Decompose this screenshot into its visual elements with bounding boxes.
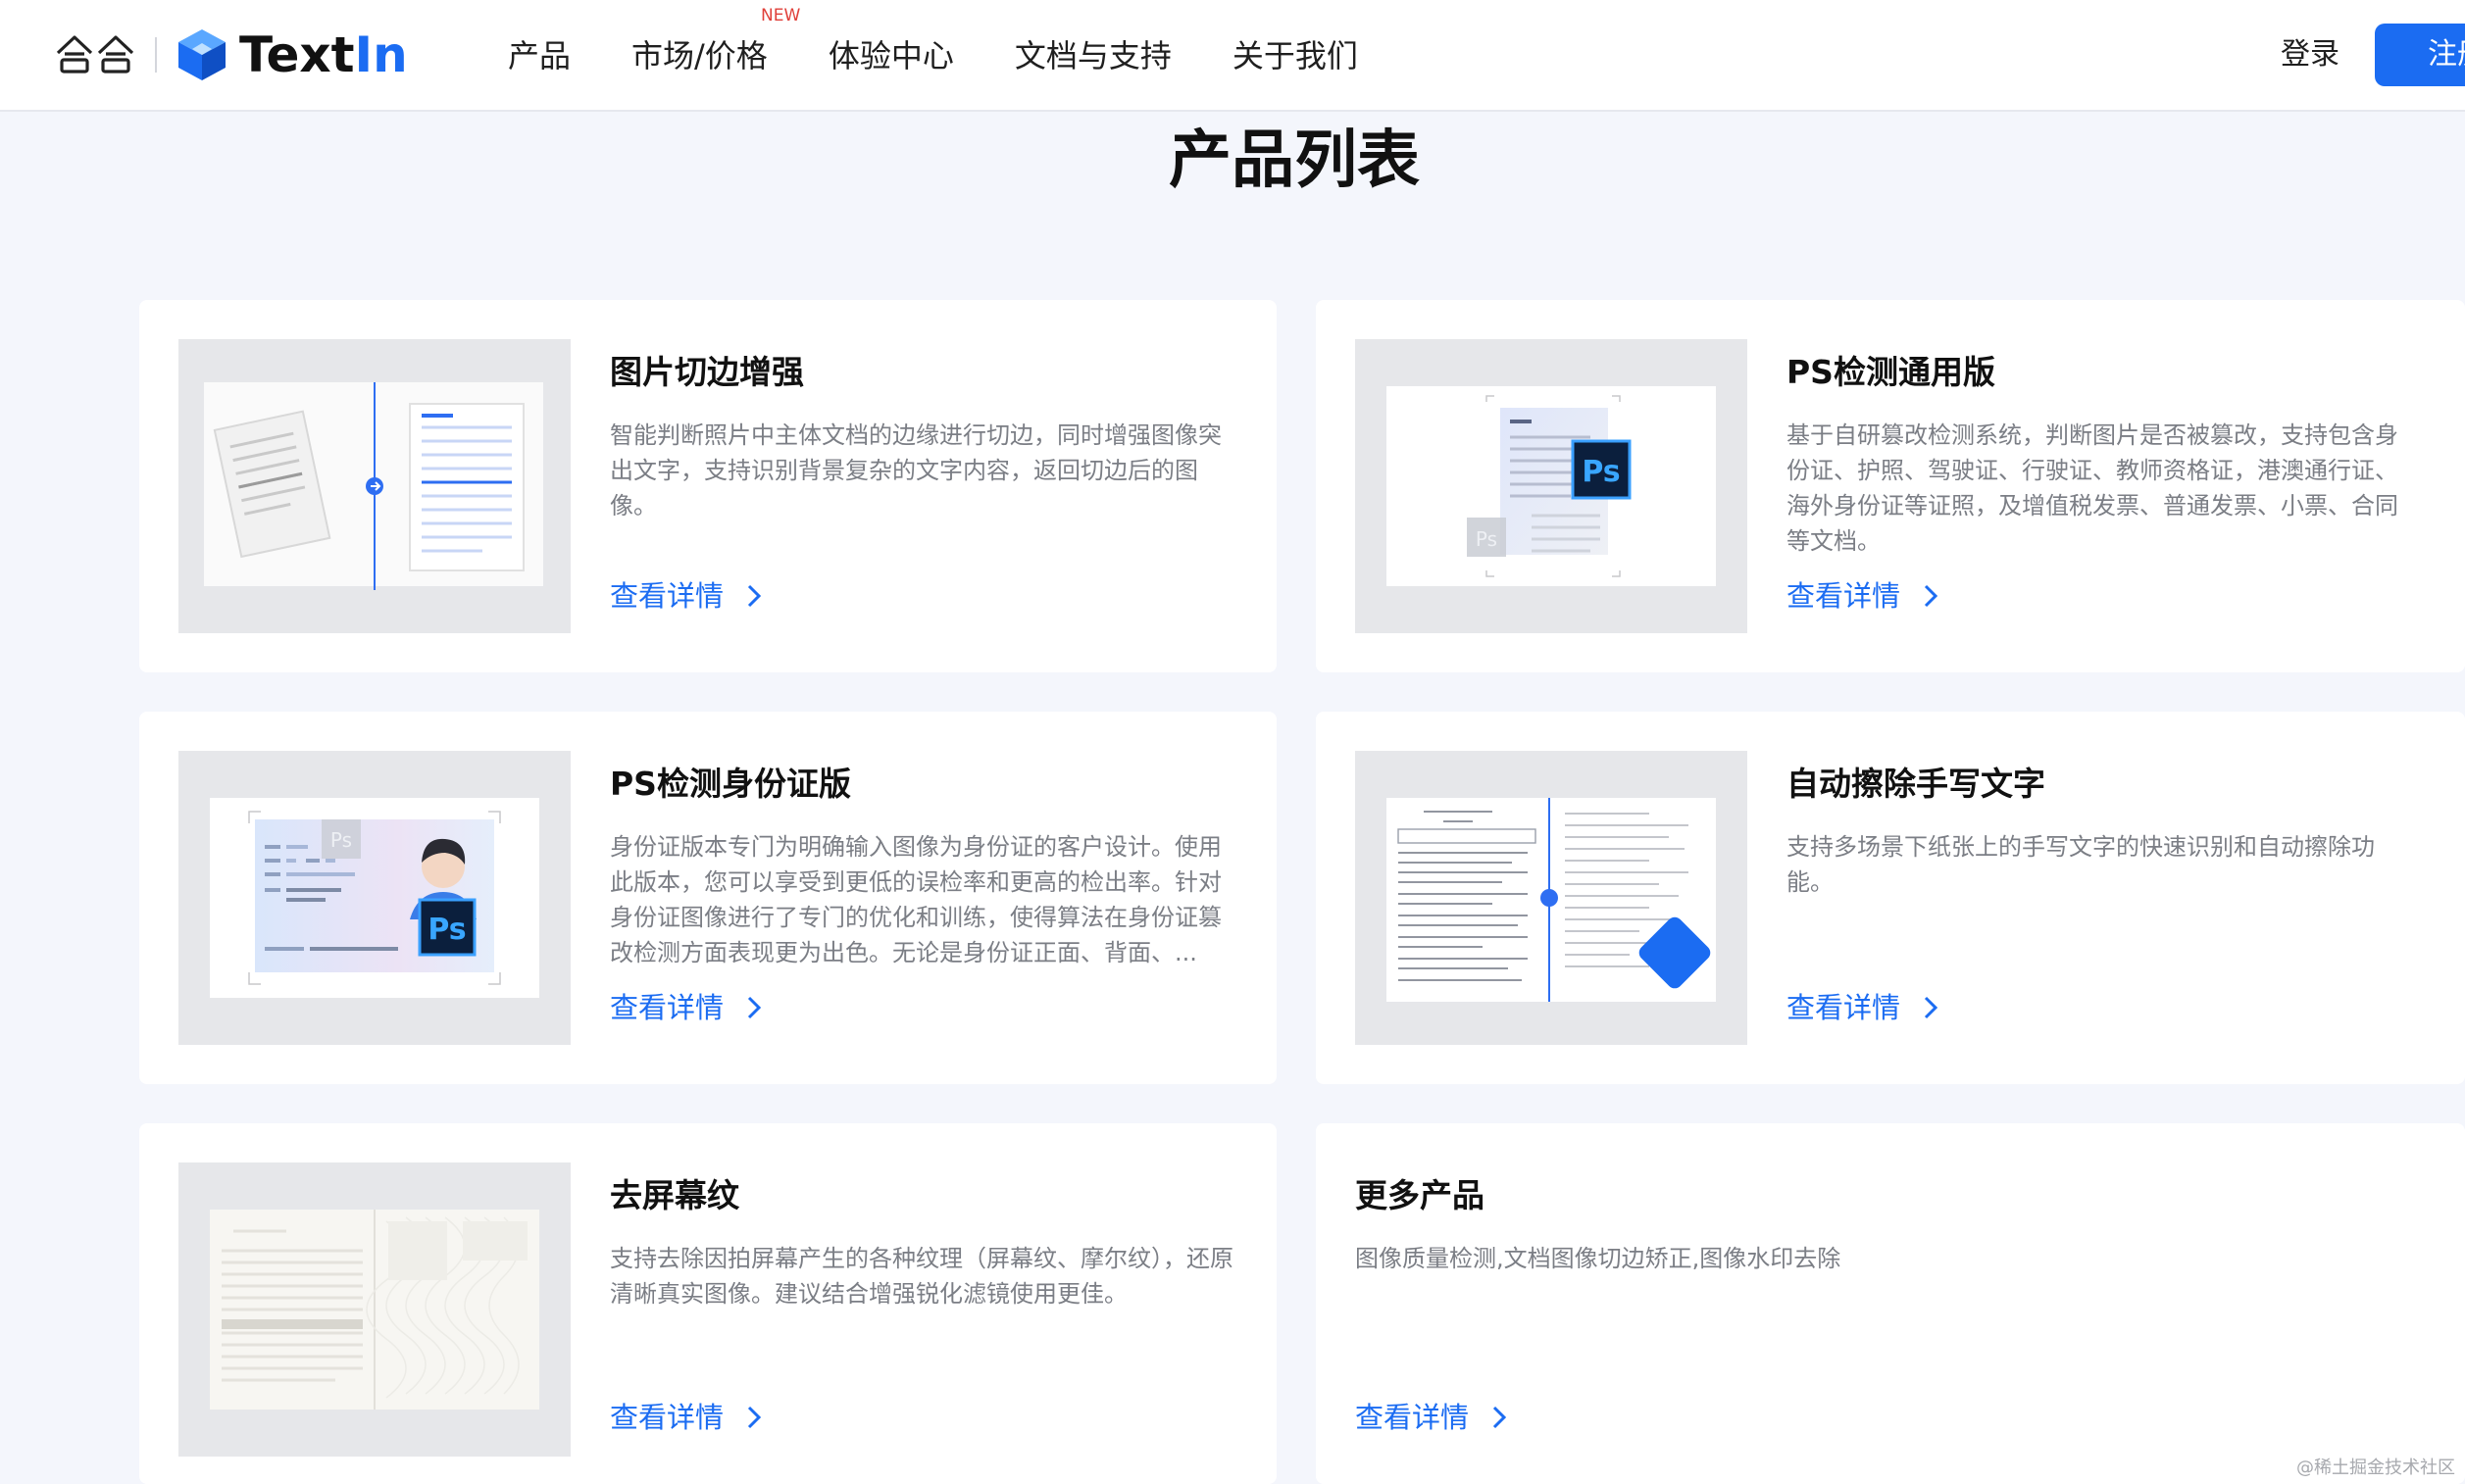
view-details-link[interactable]: 查看详情 xyxy=(1786,576,1939,616)
product-thumbnail: Ps Ps xyxy=(178,751,571,1045)
top-nav-bar: TextIn 产品 市场/价格 NEW 体验中心 文档与支持 关于我们 登录 注… xyxy=(0,0,2465,112)
view-details-link[interactable]: 查看详情 xyxy=(610,988,763,1027)
product-card-image-crop-enhance[interactable]: 图片切边增强 智能判断照片中主体文档的边缘进行切边，同时增强图像突出文字，支持识… xyxy=(139,300,1277,672)
textin-cube-logo-icon[interactable] xyxy=(176,27,227,82)
card-description: 支持去除因拍屏幕产生的各种纹理（屏幕纹、摩尔纹），还原清晰真实图像。建议结合增强… xyxy=(610,1245,1233,1308)
brand-name-in: In xyxy=(354,26,408,83)
textin-brand[interactable]: TextIn xyxy=(239,24,408,86)
crop-enhance-illustration-icon xyxy=(204,382,543,590)
ps-label-faded: Ps xyxy=(330,828,352,852)
card-title: 自动擦除手写文字 xyxy=(1786,765,2045,803)
watermark: @稀土掘金技术社区 xyxy=(2296,1458,2455,1478)
view-details-link[interactable]: 查看详情 xyxy=(610,576,763,616)
card-description: 智能判断照片中主体文档的边缘进行切边，同时增强图像突出文字，支持识别背景复杂的文… xyxy=(610,421,1222,519)
card-title: 图片切边增强 xyxy=(610,353,804,391)
chevron-right-icon xyxy=(1924,584,1938,608)
card-description: 身份证版本专门为明确输入图像为身份证的客户设计。使用此版本，您可以享受到更低的误… xyxy=(610,833,1222,966)
chevron-right-icon xyxy=(747,1406,762,1429)
page-title: 产品列表 xyxy=(1169,124,1420,197)
card-title: 更多产品 xyxy=(1355,1176,1484,1214)
moire-removal-illustration-icon xyxy=(210,1210,539,1410)
product-thumbnail xyxy=(1355,751,1747,1045)
nav-item-about-us[interactable]: 关于我们 xyxy=(1232,29,1358,82)
product-card-handwriting-erase[interactable]: 自动擦除手写文字 支持多场景下纸张上的手写文字的快速识别和自动擦除功能。 查看详… xyxy=(1316,712,2465,1084)
main-nav: 产品 市场/价格 NEW 体验中心 文档与支持 关于我们 xyxy=(508,6,1419,82)
logo-divider xyxy=(155,37,157,73)
nav-item-label: 市场/价格 xyxy=(631,37,768,74)
chevron-right-icon xyxy=(747,996,762,1019)
ps-label: Ps xyxy=(428,913,466,947)
view-details-link[interactable]: 查看详情 xyxy=(610,1398,763,1437)
register-button[interactable]: 注册 xyxy=(2375,24,2465,86)
view-details-label: 查看详情 xyxy=(610,1401,725,1434)
hehe-logo-icon[interactable] xyxy=(55,33,137,74)
card-description: 支持多场景下纸张上的手写文字的快速识别和自动擦除功能。 xyxy=(1786,833,2375,896)
nav-item-docs-support[interactable]: 文档与支持 xyxy=(1015,29,1172,82)
card-title: PS检测通用版 xyxy=(1786,353,1995,391)
view-details-label: 查看详情 xyxy=(610,579,725,613)
card-title: 去屏幕纹 xyxy=(610,1176,739,1214)
card-title: PS检测身份证版 xyxy=(610,765,851,803)
chevron-right-icon xyxy=(1924,996,1938,1019)
card-description: 图像质量检测,文档图像切边矫正,图像水印去除 xyxy=(1355,1245,1841,1272)
card-description: 基于自研篡改检测系统，判断图片是否被篡改，支持包含身份证、护照、驾驶证、行驶证、… xyxy=(1786,421,2398,555)
product-card-ps-detect-general[interactable]: Ps Ps PS检测通用版 基于自研篡改检测系统，判断图片是否被篡改，支持包含身… xyxy=(1316,300,2465,672)
product-thumbnail xyxy=(178,1162,571,1457)
product-thumbnail xyxy=(178,339,571,633)
view-details-label: 查看详情 xyxy=(1786,579,1901,613)
brand-name-text: Text xyxy=(239,26,355,83)
view-details-label: 查看详情 xyxy=(610,991,725,1024)
ps-detect-idcard-illustration-icon: Ps Ps xyxy=(210,798,539,998)
nav-item-experience-center[interactable]: 体验中心 xyxy=(829,29,954,82)
ps-label-faded: Ps xyxy=(1476,527,1497,551)
view-details-label: 查看详情 xyxy=(1355,1401,1470,1434)
product-card-more-products[interactable]: 更多产品 图像质量检测,文档图像切边矫正,图像水印去除 查看详情 xyxy=(1316,1123,2465,1484)
product-card-moire-removal[interactable]: 去屏幕纹 支持去除因拍屏幕产生的各种纹理（屏幕纹、摩尔纹），还原清晰真实图像。建… xyxy=(139,1123,1277,1484)
chevron-right-icon xyxy=(747,584,762,608)
product-thumbnail: Ps Ps xyxy=(1355,339,1747,633)
ps-label: Ps xyxy=(1582,455,1620,489)
product-card-ps-detect-idcard[interactable]: Ps Ps PS检测身份证版 身份证版本专门为明确输入图像为身份证的客户设计。使… xyxy=(139,712,1277,1084)
new-badge: NEW xyxy=(761,6,801,25)
handwriting-erase-illustration-icon xyxy=(1386,798,1716,1002)
chevron-right-icon xyxy=(1492,1406,1507,1429)
view-details-label: 查看详情 xyxy=(1786,991,1901,1024)
nav-item-products[interactable]: 产品 xyxy=(508,29,571,82)
ps-detect-document-illustration-icon: Ps Ps xyxy=(1386,386,1716,586)
view-details-link[interactable]: 查看详情 xyxy=(1786,988,1939,1027)
view-details-link[interactable]: 查看详情 xyxy=(1355,1398,1508,1437)
login-link[interactable]: 登录 xyxy=(2281,33,2339,76)
nav-item-market-pricing[interactable]: 市场/价格 NEW xyxy=(631,6,800,82)
